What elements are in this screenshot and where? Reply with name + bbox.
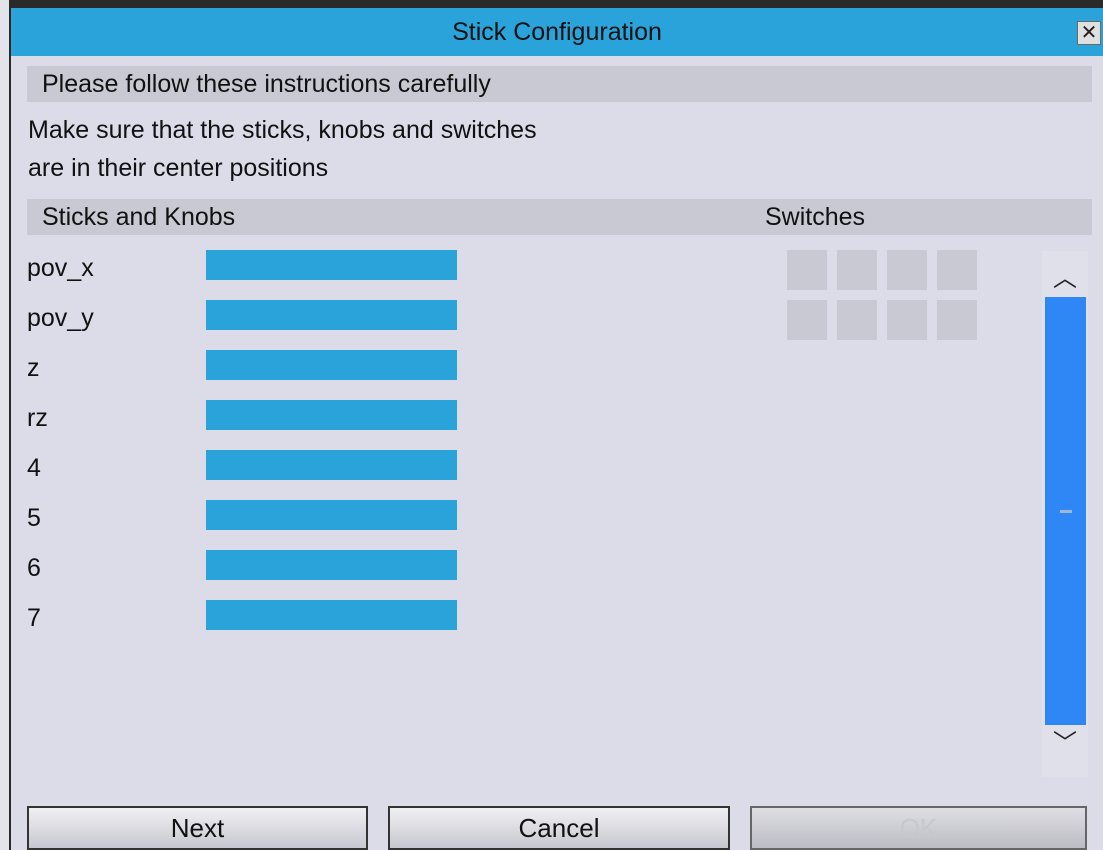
axis-label: 6	[27, 554, 41, 582]
axis-bar	[206, 300, 457, 330]
titlebar[interactable]: Stick Configuration ✕	[11, 8, 1103, 56]
stick-configuration-dialog: Stick Configuration ✕ Please follow thes…	[11, 8, 1103, 850]
switch-indicator	[937, 300, 977, 340]
switch-indicator	[787, 300, 827, 340]
switch-indicator	[887, 300, 927, 340]
chevron-down-icon: ﹀	[1053, 730, 1077, 757]
axis-label: pov_x	[27, 254, 94, 282]
switch-indicator	[937, 250, 977, 290]
next-button[interactable]: Next	[27, 806, 368, 850]
axis-bar	[206, 250, 457, 280]
close-button[interactable]: ✕	[1077, 21, 1101, 45]
instructions-header-bar: Please follow these instructions careful…	[27, 66, 1092, 102]
axis-bar	[206, 400, 457, 430]
switches-header: Switches	[765, 203, 866, 231]
axis-bar	[206, 350, 457, 380]
axis-label: 7	[27, 604, 41, 632]
columns-header-bar: Sticks and Knobs Switches	[27, 199, 1092, 235]
close-icon: ✕	[1080, 22, 1098, 44]
sticks-header: Sticks and Knobs	[42, 203, 236, 231]
instructions-header: Please follow these instructions careful…	[42, 70, 491, 98]
switch-indicator	[837, 300, 877, 340]
axis-label: pov_y	[27, 304, 94, 332]
cancel-button[interactable]: Cancel	[388, 806, 730, 850]
axis-bar	[206, 500, 457, 530]
grip-icon	[1060, 510, 1072, 513]
axis-label: 4	[27, 454, 41, 482]
ok-button[interactable]: OK	[750, 806, 1087, 850]
scroll-down-button[interactable]: ﹀	[1042, 724, 1088, 764]
screen: Stick Configuration ✕ Please follow thes…	[0, 0, 1103, 850]
axis-bar	[206, 600, 457, 630]
switch-indicator	[787, 250, 827, 290]
axis-label: z	[27, 354, 40, 382]
instruction-line-1: Make sure that the sticks, knobs and swi…	[28, 116, 537, 144]
axis-bar	[206, 450, 457, 480]
axis-bar	[206, 550, 457, 580]
window-title: Stick Configuration	[452, 18, 662, 46]
axis-label: 5	[27, 504, 41, 532]
axis-label: rz	[27, 404, 48, 432]
instruction-line-2: are in their center positions	[28, 154, 329, 182]
switch-indicator	[837, 250, 877, 290]
switch-indicator	[887, 250, 927, 290]
chevron-up-icon: ︿	[1053, 265, 1077, 292]
scroll-up-button[interactable]: ︿	[1042, 259, 1088, 299]
top-edge	[0, 0, 1103, 8]
